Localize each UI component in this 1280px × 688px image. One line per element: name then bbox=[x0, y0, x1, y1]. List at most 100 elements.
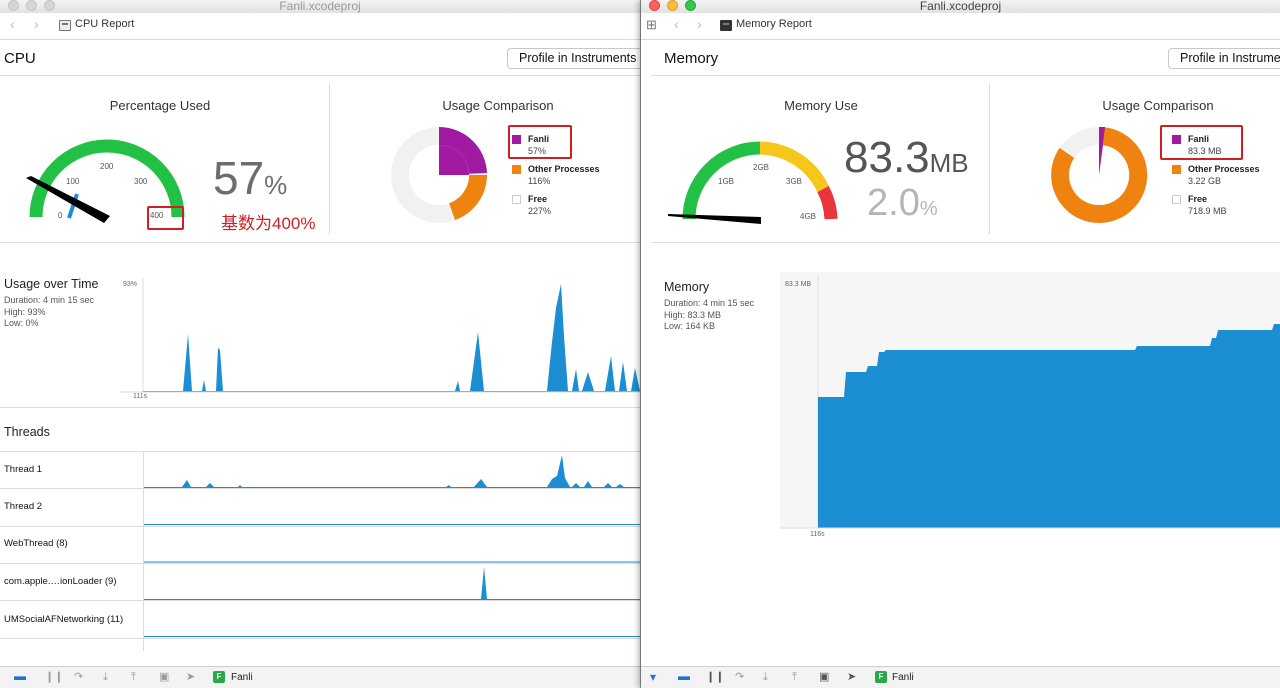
legend-name: Free bbox=[1188, 194, 1208, 204]
legend-name: Other Processes bbox=[528, 164, 600, 174]
chart-y-label: 93% bbox=[123, 281, 137, 288]
cpu-usage-area bbox=[143, 284, 640, 392]
grid-icon[interactable]: ⊞ bbox=[646, 17, 657, 33]
memory-report-icon bbox=[720, 20, 732, 31]
memory-usage-area bbox=[818, 324, 1280, 528]
thread-4-graph bbox=[144, 567, 640, 600]
legend-entry: Other Processes 116% bbox=[512, 164, 600, 188]
gauge-red-arc bbox=[817, 185, 838, 220]
duration-text: Duration: 4 min 15 sec bbox=[664, 298, 755, 308]
legend-swatch bbox=[512, 195, 521, 204]
thread-1-graph bbox=[144, 455, 640, 488]
memory-usage-chart: 83.3 MB 116s bbox=[780, 272, 1280, 538]
app-name[interactable]: Fanli bbox=[892, 672, 914, 683]
legend-entry: Other Processes 3.22 GB bbox=[1172, 164, 1260, 188]
gauge-tick-label: 300 bbox=[134, 177, 148, 186]
gauge-needle bbox=[668, 214, 761, 224]
memory-chart-title: Memory bbox=[664, 280, 710, 294]
view-debugger-icon[interactable]: ▣ bbox=[159, 671, 169, 684]
gauge-tick-label: 3GB bbox=[786, 177, 802, 186]
forward-arrow-icon[interactable]: › bbox=[34, 16, 39, 32]
thread-row-label: UMSocialAFNetworking (11) bbox=[4, 614, 124, 625]
cpu-unit: % bbox=[264, 170, 288, 200]
cpu-percent-value: 57% bbox=[213, 151, 287, 205]
usage-comparison-title: Usage Comparison bbox=[1102, 98, 1214, 113]
memory-report-window: Fanli.xcodeproj ⊞ ‹ › Memory Report Memo… bbox=[641, 0, 1280, 688]
memory-stats: Memory Duration: 4 min 15 sec High: 83.3… bbox=[664, 279, 779, 333]
thread-graphs bbox=[144, 455, 640, 637]
step-out-icon[interactable]: ⤒ bbox=[131, 671, 136, 684]
legend-name: Other Processes bbox=[1188, 164, 1260, 174]
window-title: Fanli.xcodeproj bbox=[919, 0, 1002, 13]
usage-comparison-donut bbox=[391, 126, 487, 223]
legend-value: 116% bbox=[528, 176, 551, 186]
step-over-icon[interactable]: ↷ bbox=[74, 671, 83, 684]
divider bbox=[651, 242, 1280, 243]
divider bbox=[0, 242, 640, 243]
usage-comparison-donut bbox=[1051, 126, 1148, 223]
highlight-box bbox=[1160, 125, 1243, 160]
cpu-report-window: Fanli.xcodeproj ‹ › CPU Report CPU Profi… bbox=[0, 0, 640, 688]
section-title: Memory bbox=[664, 50, 719, 67]
memory-gauge: 1GB 2GB 3GB 4GB bbox=[668, 141, 838, 224]
title-bar: Fanli.xcodeproj bbox=[0, 0, 640, 13]
legend-value: 718.9 MB bbox=[1188, 206, 1227, 216]
back-arrow-icon[interactable]: ‹ bbox=[10, 16, 15, 32]
memory-value: 83.3MB bbox=[844, 133, 969, 183]
pause-icon[interactable]: ❙❙ bbox=[45, 671, 63, 684]
gauge-tick-label: 0 bbox=[58, 211, 63, 220]
breadcrumb[interactable]: CPU Report bbox=[75, 18, 134, 30]
report-icon bbox=[59, 20, 71, 31]
chart-x-label: 111s bbox=[133, 393, 148, 400]
hide-debug-area-icon[interactable]: ▾ bbox=[650, 671, 656, 684]
step-in-icon[interactable]: ⤓ bbox=[103, 671, 108, 684]
memory-percent-value: 2.0 bbox=[867, 182, 920, 224]
back-arrow-icon[interactable]: ‹ bbox=[674, 16, 679, 32]
gauge-tick-label: 1GB bbox=[718, 177, 734, 186]
pause-icon[interactable]: ❙❙ bbox=[706, 671, 724, 684]
annotation-text: 基数为400% bbox=[221, 214, 316, 233]
chart-x-label: 116s bbox=[810, 531, 825, 538]
app-name[interactable]: Fanli bbox=[231, 672, 253, 683]
cpu-value: 57 bbox=[213, 152, 265, 204]
view-debugger-icon[interactable]: ▣ bbox=[819, 671, 829, 684]
forward-arrow-icon[interactable]: › bbox=[697, 16, 702, 32]
app-icon: F bbox=[213, 671, 225, 683]
chart-y-label: 83.3 MB bbox=[785, 281, 811, 288]
legend-entry: Free 718.9 MB bbox=[1172, 194, 1260, 218]
jump-bar: ‹ › CPU Report bbox=[0, 13, 640, 40]
threads-title: Threads bbox=[4, 425, 50, 439]
step-out-icon[interactable]: ⤒ bbox=[792, 671, 797, 684]
location-icon[interactable]: ➤ bbox=[186, 671, 195, 684]
highlight-box bbox=[508, 125, 572, 159]
memory-amount: 83.3 bbox=[844, 133, 930, 182]
memory-percent-unit: % bbox=[919, 198, 938, 220]
step-over-icon[interactable]: ↷ bbox=[735, 671, 744, 684]
legend-name: Free bbox=[528, 194, 548, 204]
breadcrumb[interactable]: Memory Report bbox=[736, 18, 812, 30]
thread-row-label: Thread 1 bbox=[4, 464, 43, 475]
location-icon[interactable]: ➤ bbox=[847, 671, 856, 684]
gauge-tick-label: 100 bbox=[66, 177, 80, 186]
legend-swatch bbox=[512, 165, 521, 174]
divider bbox=[0, 407, 640, 408]
step-in-icon[interactable]: ⤓ bbox=[763, 671, 768, 684]
gauge-tick-label: 4GB bbox=[800, 212, 816, 221]
usage-comparison-title: Usage Comparison bbox=[442, 98, 554, 113]
highlight-box bbox=[147, 206, 184, 230]
divider bbox=[0, 75, 640, 76]
duration-text: Duration: 4 min 15 sec bbox=[4, 295, 95, 305]
usage-over-time-stats: Usage over Time Duration: 4 min 15 sec H… bbox=[4, 276, 119, 330]
gauge-title: Memory Use bbox=[784, 98, 858, 113]
profile-in-instruments-button[interactable]: Profile in Instruments bbox=[507, 48, 640, 69]
divider bbox=[989, 84, 990, 234]
profile-in-instruments-button[interactable]: Profile in Instruments bbox=[1168, 48, 1280, 69]
gauge-tick-label: 200 bbox=[100, 162, 114, 171]
breakpoint-icon[interactable]: ▬ bbox=[678, 670, 690, 683]
gauge-title: Percentage Used bbox=[109, 98, 211, 113]
thread-row-label: Thread 2 bbox=[4, 501, 43, 512]
low-text: Low: 0% bbox=[4, 318, 39, 328]
breakpoint-icon[interactable]: ▬ bbox=[14, 670, 26, 683]
gauge-tick-label: 2GB bbox=[753, 163, 769, 172]
usage-over-time-title: Usage over Time bbox=[4, 277, 99, 291]
